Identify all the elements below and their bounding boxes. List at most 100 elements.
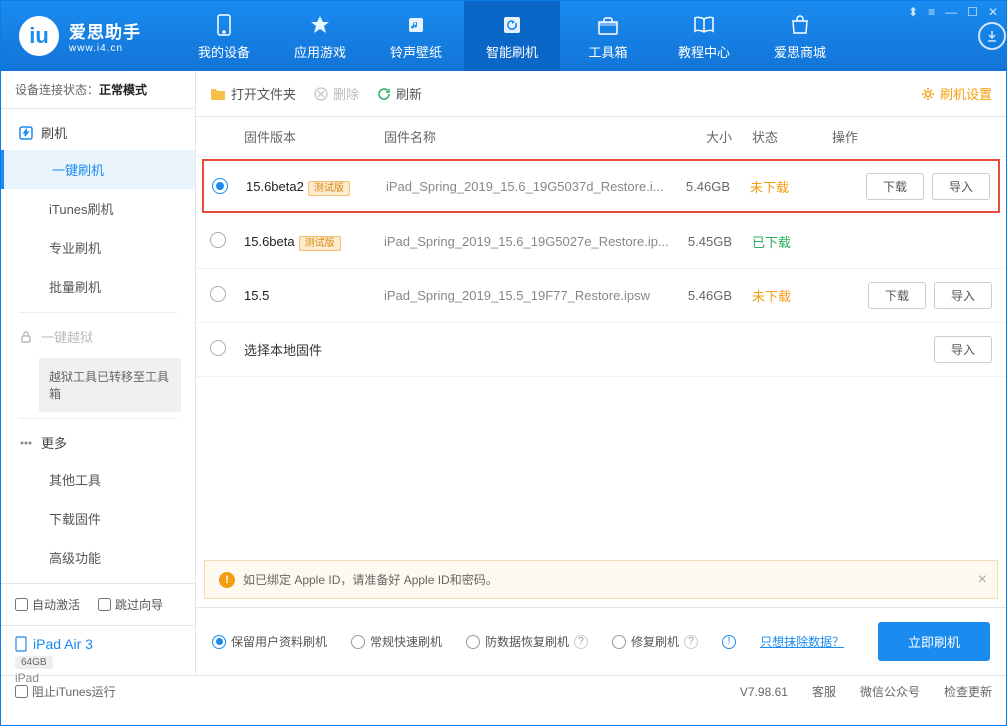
sidebar-jailbreak-header: 一键越狱 <box>1 319 195 354</box>
download-button[interactable]: 下载 <box>868 282 926 309</box>
music-icon <box>406 12 426 38</box>
download-indicator-icon[interactable] <box>978 22 1006 50</box>
sidebar-flash-header[interactable]: 刷机 <box>1 115 195 150</box>
logo-icon: iu <box>19 16 59 56</box>
window-controls: ⬍ ≡ — ☐ ✕ <box>908 5 998 19</box>
sidebar-more-header[interactable]: 更多 <box>1 425 195 460</box>
warning-icon: ! <box>219 572 235 588</box>
refresh-icon <box>502 12 522 38</box>
import-button[interactable]: 导入 <box>932 173 990 200</box>
sidebar-item-pro-flash[interactable]: 专业刷机 <box>49 228 195 267</box>
checkbox-auto-activate[interactable]: 自动激活 <box>15 596 80 613</box>
local-fw-label: 选择本地固件 <box>244 340 384 359</box>
fw-status: 未下载 <box>750 177 830 196</box>
connection-status: 设备连接状态：正常模式 <box>1 71 195 109</box>
fw-version: 15.5 <box>244 288 269 303</box>
fw-size: 5.45GB <box>672 234 752 249</box>
notice-text: 如已绑定 Apple ID，请准备好 Apple ID和密码。 <box>243 571 498 588</box>
help-icon[interactable]: ? <box>574 635 588 649</box>
footer-wechat[interactable]: 微信公众号 <box>860 683 920 700</box>
nav-toolbox[interactable]: 工具箱 <box>560 1 656 71</box>
firmware-row[interactable]: 15.6beta2 测试版 iPad_Spring_2019_15.6_19G503… <box>202 159 1000 213</box>
footer-kefu[interactable]: 客服 <box>812 683 836 700</box>
menu-icon[interactable]: ≡ <box>928 5 935 19</box>
nav-my-device[interactable]: 我的设备 <box>176 1 272 71</box>
beta-tag: 测试版 <box>308 181 350 196</box>
fw-version: 15.6beta <box>244 234 295 249</box>
notice-bar: ! 如已绑定 Apple ID，请准备好 Apple ID和密码。 × <box>204 560 998 599</box>
import-button[interactable]: 导入 <box>934 336 992 363</box>
flash-options-row: 保留用户资料刷机 常规快速刷机 防数据恢复刷机? 修复刷机? ! 只想抹除数据？… <box>196 607 1006 675</box>
pin-icon[interactable]: ⬍ <box>908 5 918 19</box>
top-nav: 我的设备 应用游戏 铃声壁纸 智能刷机 工具箱 教程中心 爱思商城 <box>176 1 966 71</box>
footer-version: V7.98.61 <box>740 685 788 699</box>
checkbox-block-itunes[interactable]: 阻止iTunes运行 <box>15 683 116 700</box>
sidebar-item-batch-flash[interactable]: 批量刷机 <box>49 267 195 306</box>
col-version: 固件版本 <box>244 127 384 146</box>
radio-firmware[interactable] <box>210 286 226 302</box>
sidebar-options: 自动激活 跳过向导 <box>1 583 195 625</box>
notice-close-icon[interactable]: × <box>978 571 987 589</box>
import-button[interactable]: 导入 <box>934 282 992 309</box>
opt-normal-flash[interactable]: 常规快速刷机 <box>351 633 442 650</box>
store-icon <box>789 12 811 38</box>
open-folder-button[interactable]: 打开文件夹 <box>210 84 296 103</box>
fw-name: iPad_Spring_2019_15.6_19G5027e_Restore.i… <box>384 234 672 249</box>
footer-update[interactable]: 检查更新 <box>944 683 992 700</box>
nav-store[interactable]: 爱思商城 <box>752 1 848 71</box>
checkbox-skip-guide[interactable]: 跳过向导 <box>98 596 163 613</box>
book-icon <box>693 12 715 38</box>
maximize-icon[interactable]: ☐ <box>967 5 978 19</box>
radio-firmware[interactable] <box>212 178 228 194</box>
nav-ringtone[interactable]: 铃声壁纸 <box>368 1 464 71</box>
download-button[interactable]: 下载 <box>866 173 924 200</box>
opt-anti-recovery[interactable]: 防数据恢复刷机? <box>466 633 588 650</box>
delete-button[interactable]: 删除 <box>314 84 359 103</box>
radio-local-fw[interactable] <box>210 340 226 356</box>
jailbreak-note: 越狱工具已转移至工具箱 <box>39 358 181 412</box>
info-icon[interactable]: ! <box>722 635 736 649</box>
fw-size: 5.46GB <box>670 179 750 194</box>
sidebar-item-itunes-flash[interactable]: iTunes刷机 <box>49 189 195 228</box>
nav-apps[interactable]: 应用游戏 <box>272 1 368 71</box>
sidebar-item-advanced[interactable]: 高级功能 <box>49 538 195 577</box>
sidebar-item-oneclick-flash[interactable]: 一键刷机 <box>1 150 195 189</box>
fw-version: 15.6beta2 <box>246 179 304 194</box>
nav-smart-flash[interactable]: 智能刷机 <box>464 1 560 71</box>
flash-now-button[interactable]: 立即刷机 <box>878 622 990 661</box>
close-icon[interactable]: ✕ <box>988 5 998 19</box>
flash-settings-button[interactable]: 刷机设置 <box>921 84 992 103</box>
erase-only-link[interactable]: 只想抹除数据？ <box>760 633 844 650</box>
fw-size: 5.46GB <box>672 288 752 303</box>
app-url: www.i4.cn <box>69 43 141 54</box>
firmware-row[interactable]: 15.6beta 测试版 iPad_Spring_2019_15.6_19G5027… <box>196 215 1006 269</box>
toolbox-icon <box>597 12 619 38</box>
fw-status: 未下载 <box>752 286 832 305</box>
col-size: 大小 <box>672 127 752 146</box>
firmware-row[interactable]: 15.5 iPad_Spring_2019_15.5_19F77_Restore.… <box>196 269 1006 323</box>
sidebar-item-download-fw[interactable]: 下载固件 <box>49 499 195 538</box>
nav-tutorial[interactable]: 教程中心 <box>656 1 752 71</box>
fw-name: iPad_Spring_2019_15.5_19F77_Restore.ipsw <box>384 288 672 303</box>
app-header: iu 爱思助手 www.i4.cn 我的设备 应用游戏 铃声壁纸 智能刷机 工具… <box>1 1 1006 71</box>
radio-firmware[interactable] <box>210 232 226 248</box>
device-icon <box>215 12 233 38</box>
main-panel: 打开文件夹 删除 刷新 刷机设置 固件版本 固件名称 大小 状态 操作 15.6… <box>196 71 1006 675</box>
col-name: 固件名称 <box>384 127 672 146</box>
logo: iu 爱思助手 www.i4.cn <box>1 16 176 56</box>
fw-name: iPad_Spring_2019_15.6_19G5037d_Restore.i… <box>386 179 670 194</box>
help-icon[interactable]: ? <box>684 635 698 649</box>
opt-repair-flash[interactable]: 修复刷机? <box>612 633 698 650</box>
table-header-row: 固件版本 固件名称 大小 状态 操作 <box>196 117 1006 157</box>
app-name: 爱思助手 <box>69 18 141 43</box>
device-name: iPad Air 3 <box>15 636 181 652</box>
minimize-icon[interactable]: — <box>945 5 957 19</box>
toolbar: 打开文件夹 删除 刷新 刷机设置 <box>196 71 1006 117</box>
opt-keep-data[interactable]: 保留用户资料刷机 <box>212 633 327 650</box>
refresh-button[interactable]: 刷新 <box>377 84 422 103</box>
sidebar-item-other-tools[interactable]: 其他工具 <box>49 460 195 499</box>
col-status: 状态 <box>752 127 832 146</box>
col-action: 操作 <box>832 127 992 146</box>
local-firmware-row: 选择本地固件 导入 <box>196 323 1006 377</box>
beta-tag: 测试版 <box>299 236 341 251</box>
